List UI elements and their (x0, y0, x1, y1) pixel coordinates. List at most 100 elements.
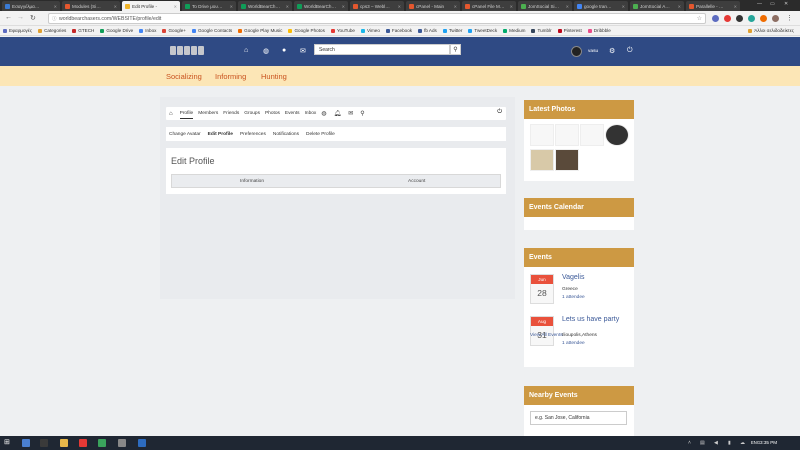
toolbar-groups[interactable]: Groups (244, 111, 260, 116)
close-icon[interactable]: ✕ (396, 4, 401, 9)
bookmark-item[interactable]: fb Ads (418, 28, 437, 33)
app-icon[interactable] (138, 439, 146, 447)
forward-icon[interactable]: → (17, 14, 24, 21)
browser-tab[interactable]: cPanel - Main ✕ (406, 1, 460, 11)
toolbar-friends[interactable]: Friends (223, 111, 239, 116)
url-field[interactable]: ⓘ worldbearchasers.com/WEBSITE/profile/e… (48, 13, 706, 24)
bookmark-item[interactable]: YouTube (330, 28, 355, 33)
back-icon[interactable]: ← (5, 14, 12, 21)
power-icon[interactable]: ⏻ (497, 109, 502, 116)
close-icon[interactable]: ✕ (172, 4, 177, 9)
menu-icon[interactable]: ⋮ (786, 14, 793, 22)
site-logo[interactable] (170, 46, 204, 55)
reload-icon[interactable]: ↻ (30, 14, 36, 22)
event-title[interactable]: Vagelis (562, 274, 634, 282)
browser-tab[interactable]: To Drive μου… ✕ (182, 1, 236, 11)
view-all-events-link[interactable]: View All Events (530, 333, 563, 338)
app-icon[interactable] (40, 439, 48, 447)
search-icon[interactable]: ⚲ (360, 110, 364, 117)
minimize-icon[interactable]: — (757, 1, 762, 7)
event-title[interactable]: Lets us have party (562, 316, 634, 324)
location-input[interactable]: e.g. San Jose, California (530, 411, 627, 425)
maximize-icon[interactable]: ▭ (770, 1, 775, 7)
tab-change-avatar[interactable]: Change Avatar (169, 132, 201, 137)
close-icon[interactable]: ✕ (508, 4, 513, 9)
battery-icon[interactable]: ▮ (728, 440, 731, 446)
browser-tab[interactable]: WorldBearCh… ✕ (238, 1, 292, 11)
start-icon[interactable]: ⊞ (4, 438, 12, 446)
nav-informing[interactable]: Informing (215, 72, 246, 81)
close-icon[interactable]: ✕ (732, 4, 737, 9)
bookmark-item[interactable]: Dribbble (587, 28, 611, 33)
bookmark-star-icon[interactable]: ☆ (697, 15, 702, 22)
volume-icon[interactable]: ◀ (714, 440, 718, 446)
tab-account[interactable]: Account (408, 179, 425, 184)
browser-tab[interactable]: JomSocial Si… ✕ (518, 1, 572, 11)
bookmark-item[interactable]: Vimeo (360, 28, 380, 33)
tab-edit-profile[interactable]: Edit Profile (208, 132, 233, 137)
app-icon[interactable] (22, 439, 30, 447)
bookmark-item[interactable]: Medium (503, 28, 525, 33)
extension-icon[interactable] (724, 15, 731, 22)
extension-icon[interactable] (760, 15, 767, 22)
browser-tab[interactable]: google tran… ✕ (574, 1, 628, 11)
app-icon[interactable] (98, 439, 106, 447)
extension-icon[interactable] (748, 15, 755, 22)
photo-thumbnail[interactable] (580, 124, 604, 146)
tab-notifications[interactable]: Notifications (273, 132, 299, 137)
toolbar-events[interactable]: Events (285, 111, 300, 116)
nav-hunting[interactable]: Hunting (261, 72, 287, 81)
event-attendees[interactable]: 1 attendee (562, 295, 585, 300)
bookmark-item[interactable]: Tumblr (531, 28, 552, 33)
extension-icon[interactable] (736, 15, 743, 22)
tab-delete-profile[interactable]: Delete Profile (306, 132, 335, 137)
bookmark-item[interactable]: Google Photos (288, 28, 325, 33)
bookmark-item[interactable]: Εφαρμογές (3, 28, 32, 33)
search-button[interactable]: ⚲ (450, 44, 461, 55)
bookmark-item[interactable]: Inbox (139, 28, 156, 33)
browser-tab[interactable]: cPanel File M… ✕ (462, 1, 516, 11)
bookmark-item[interactable]: Pinterest (557, 28, 582, 33)
toolbar-members[interactable]: Members (198, 111, 218, 116)
globe-icon[interactable]: ◍ (263, 47, 269, 55)
bell-icon[interactable]: 🔔︎ (334, 110, 342, 117)
home-icon[interactable]: ⌂ (244, 47, 248, 54)
close-icon[interactable]: ✕ (284, 4, 289, 9)
bookmark-item[interactable]: Categories (38, 28, 66, 33)
page-info-icon[interactable]: ⓘ (52, 16, 57, 22)
clock[interactable]: 3:35 PM (760, 440, 777, 445)
browser-tab[interactable]: cps3 – Webl… ✕ (350, 1, 404, 11)
bookmark-item[interactable]: GTECH (72, 28, 94, 33)
toolbar-profile[interactable]: Profile (179, 109, 194, 119)
user-icon[interactable]: ● (282, 47, 286, 54)
browser-tab[interactable]: JomSocial A… ✕ (630, 1, 684, 11)
mail-icon[interactable]: ✉ (300, 47, 306, 55)
browser-tab[interactable]: Parallelle - … ✕ (686, 1, 740, 11)
app-icon[interactable] (118, 439, 126, 447)
bookmark-item[interactable]: Google+ (162, 28, 186, 33)
photo-thumbnail[interactable] (555, 149, 579, 171)
browser-tab[interactable]: Εσαγγέλμα… ✕ (2, 1, 60, 11)
extension-icon[interactable] (772, 15, 779, 22)
close-icon[interactable]: ✕ (52, 4, 57, 9)
close-icon[interactable]: ✕ (112, 4, 117, 9)
mail-icon[interactable]: ✉ (348, 110, 353, 117)
globe-icon[interactable]: ◍ (321, 110, 326, 117)
network-icon[interactable]: ▤ (700, 440, 705, 446)
language-indicator[interactable]: ENG (751, 440, 760, 445)
extension-icon[interactable] (712, 15, 719, 22)
close-icon[interactable]: ✕ (620, 4, 625, 9)
close-icon[interactable]: ✕ (564, 4, 569, 9)
browser-tab-active[interactable]: Edit Profile - ✕ (122, 1, 180, 11)
bookmark-item[interactable]: Google Play Music (238, 28, 282, 33)
tray-arrow-icon[interactable]: ˄ (688, 440, 691, 446)
photo-thumbnail[interactable] (605, 124, 629, 146)
avatar[interactable] (571, 46, 582, 57)
close-icon[interactable]: ✕ (452, 4, 457, 9)
toolbar-inbox[interactable]: Inbox (305, 111, 317, 116)
gear-icon[interactable]: ⚙ (609, 47, 615, 55)
close-icon[interactable]: ✕ (228, 4, 233, 9)
bookmark-item[interactable]: Άλλοι σελιδοδείκτες (748, 28, 794, 33)
bookmark-item[interactable]: TweetDeck (468, 28, 497, 33)
browser-tab[interactable]: Modules (Si… ✕ (62, 1, 120, 11)
